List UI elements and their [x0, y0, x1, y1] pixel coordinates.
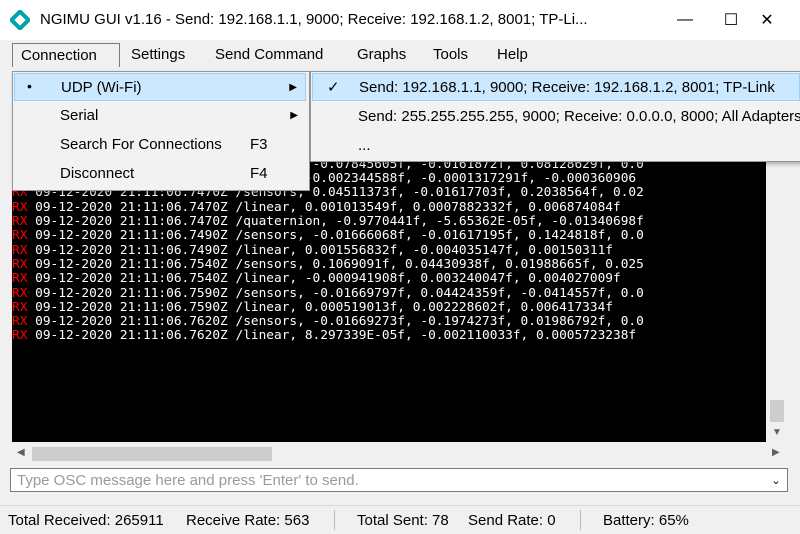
horizontal-scroll-thumb[interactable] [32, 447, 272, 461]
osc-arguments: 0.000519013f, 0.002228602f, 0.006417334f [297, 299, 614, 315]
timestamp: 09-12-2020 21:11:06.7590Z [35, 299, 228, 315]
console-line: RX 09-12-2020 21:11:06.7470Z /quaternion… [12, 214, 644, 229]
scroll-left-arrow-icon[interactable]: ◀ [17, 447, 25, 458]
title-bar: NGIMU GUI v1.16 - Send: 192.168.1.1, 900… [0, 0, 800, 40]
console-line: RX 09-12-2020 21:11:06.7590Z /linear, 0.… [12, 299, 614, 315]
status-battery: Battery: 65% [603, 512, 689, 529]
menu-tools[interactable]: Tools [433, 46, 468, 63]
window-title: NGIMU GUI v1.16 - Send: 192.168.1.1, 900… [40, 11, 588, 28]
status-receive-rate: Receive Rate: 563 [186, 512, 310, 529]
chevron-down-icon[interactable]: ⌄ [766, 470, 786, 490]
osc-arguments: -0.01666068f, -0.01617195f, 0.1424818f, … [304, 228, 644, 244]
osc-arguments: -0.000941908f, 0.003240047f, 0.004027009… [297, 271, 621, 287]
timestamp: 09-12-2020 21:11:06.7470Z [35, 214, 228, 229]
osc-address: /linear, [235, 242, 298, 258]
osc-arguments: -0.9770441f, -5.65362E-05f, -0.01340698f [327, 214, 644, 229]
osc-arguments: 0.001013549f, 0.0007882332f, 0.006874084… [297, 199, 621, 215]
timestamp: 09-12-2020 21:11:06.7620Z [35, 328, 228, 344]
status-divider [334, 510, 335, 530]
menu-item-serial[interactable]: Serial ▶ [14, 102, 306, 130]
osc-address: /linear, [235, 299, 298, 315]
osc-arguments: 8.297339E-05f, -0.002110033f, 0.00057232… [297, 328, 637, 344]
console-line: RX 09-12-2020 21:11:06.7540Z /linear, -0… [12, 272, 621, 286]
osc-address: /quaternion, [235, 214, 328, 229]
menu-send-command[interactable]: Send Command [215, 46, 323, 63]
menu-bar: Connection Settings Send Command Graphs … [0, 41, 800, 71]
osc-arguments: -0.01669797f, 0.04424359f, -0.0414557f, … [304, 285, 644, 301]
menu-item-search-for-connections[interactable]: Search For Connections F3 [14, 131, 306, 159]
menu-item-disconnect[interactable]: Disconnect F4 [14, 160, 306, 188]
osc-address: /linear, [235, 271, 298, 287]
menu-item-udp-more[interactable]: ... [312, 132, 800, 160]
osc-address: /sensors, [235, 228, 305, 244]
radio-bullet-icon: • [27, 78, 32, 94]
checkmark-icon: ✓ [327, 79, 340, 96]
timestamp: 09-12-2020 21:11:06.7540Z [35, 271, 228, 287]
console-line: RX 09-12-2020 21:11:06.7540Z /sensors, 0… [12, 256, 644, 272]
console-line: RX 09-12-2020 21:11:06.7620Z /sensors, -… [12, 314, 644, 330]
direction-label: RX [12, 199, 28, 215]
direction-label: RX [12, 214, 28, 229]
timestamp: 09-12-2020 21:11:06.7540Z [35, 256, 228, 272]
osc-address: /sensors, [235, 285, 305, 301]
app-logo-icon [10, 10, 30, 30]
osc-arguments: 0.04511373f, -0.01617703f, 0.2038564f, 0… [304, 185, 644, 201]
timestamp: 09-12-2020 21:11:06.7490Z [35, 242, 228, 258]
osc-arguments: 0.1069091f, 0.04430938f, 0.01988665f, 0.… [304, 256, 644, 272]
menu-item-udp-connection[interactable]: ✓ Send: 192.168.1.1, 9000; Receive: 192.… [312, 73, 800, 101]
menu-help[interactable]: Help [497, 46, 528, 63]
scroll-down-arrow-icon[interactable]: ▼ [772, 427, 782, 438]
osc-address: /sensors, [235, 256, 305, 272]
menu-item-udp-wifi[interactable]: • UDP (Wi-Fi) ▶ [14, 73, 306, 101]
submenu-arrow-icon: ▶ [289, 82, 297, 93]
osc-address: /linear, [235, 199, 298, 215]
timestamp: 09-12-2020 21:11:06.7620Z [35, 314, 228, 330]
direction-label: RX [12, 299, 28, 315]
menu-settings[interactable]: Settings [131, 46, 185, 63]
direction-label: RX [12, 271, 28, 287]
menu-connection[interactable]: Connection [12, 43, 120, 67]
connection-dropdown-menu: • UDP (Wi-Fi) ▶ Serial ▶ Search For Conn… [12, 71, 310, 191]
direction-label: RX [12, 228, 28, 244]
direction-label: RX [12, 242, 28, 258]
osc-address: /sensors, [235, 314, 305, 330]
console-line: RX 09-12-2020 21:11:06.7590Z /sensors, -… [12, 285, 644, 301]
console-line: RX 09-12-2020 21:11:06.7490Z /sensors, -… [12, 229, 644, 243]
osc-address: /linear, [235, 328, 298, 344]
status-total-received: Total Received: 265911 [8, 512, 164, 529]
osc-arguments: -0.002344588f, -0.0001317291f, -0.000360… [297, 171, 637, 187]
menu-graphs[interactable]: Graphs [357, 46, 406, 63]
osc-arguments: -0.01669273f, -0.1974273f, 0.01986792f, … [304, 314, 644, 330]
console-line: RX 09-12-2020 21:11:06.7490Z /linear, 0.… [12, 242, 614, 258]
direction-label: RX [12, 256, 28, 272]
direction-label: RX [12, 285, 28, 301]
scroll-right-arrow-icon[interactable]: ▶ [772, 447, 780, 458]
direction-label: RX [12, 328, 28, 344]
osc-message-input[interactable] [10, 468, 788, 492]
timestamp: 09-12-2020 21:11:06.7590Z [35, 285, 228, 301]
status-bar: Total Received: 265911 Receive Rate: 563… [0, 505, 800, 534]
console-line: RX 09-12-2020 21:11:06.7470Z /linear, 0.… [12, 199, 621, 215]
osc-arguments: 0.001556832f, -0.004035147f, 0.00150311f [297, 242, 614, 258]
status-divider [580, 510, 581, 530]
timestamp: 09-12-2020 21:11:06.7470Z [35, 199, 228, 215]
horizontal-scrollbar[interactable]: ◀ ▶ [12, 442, 786, 464]
console-line: RX 09-12-2020 21:11:06.7620Z /linear, 8.… [12, 329, 636, 343]
udp-submenu: ✓ Send: 192.168.1.1, 9000; Receive: 192.… [310, 71, 800, 162]
status-send-rate: Send Rate: 0 [468, 512, 556, 529]
close-button[interactable]: ✕ [744, 0, 790, 40]
status-total-sent: Total Sent: 78 [357, 512, 449, 529]
timestamp: 09-12-2020 21:11:06.7490Z [35, 228, 228, 244]
direction-label: RX [12, 314, 28, 330]
submenu-arrow-icon: ▶ [290, 110, 298, 121]
menu-item-udp-connection[interactable]: Send: 255.255.255.255, 9000; Receive: 0.… [312, 103, 800, 131]
vertical-scroll-thumb[interactable] [770, 400, 784, 422]
minimize-button[interactable]: — [662, 0, 708, 40]
